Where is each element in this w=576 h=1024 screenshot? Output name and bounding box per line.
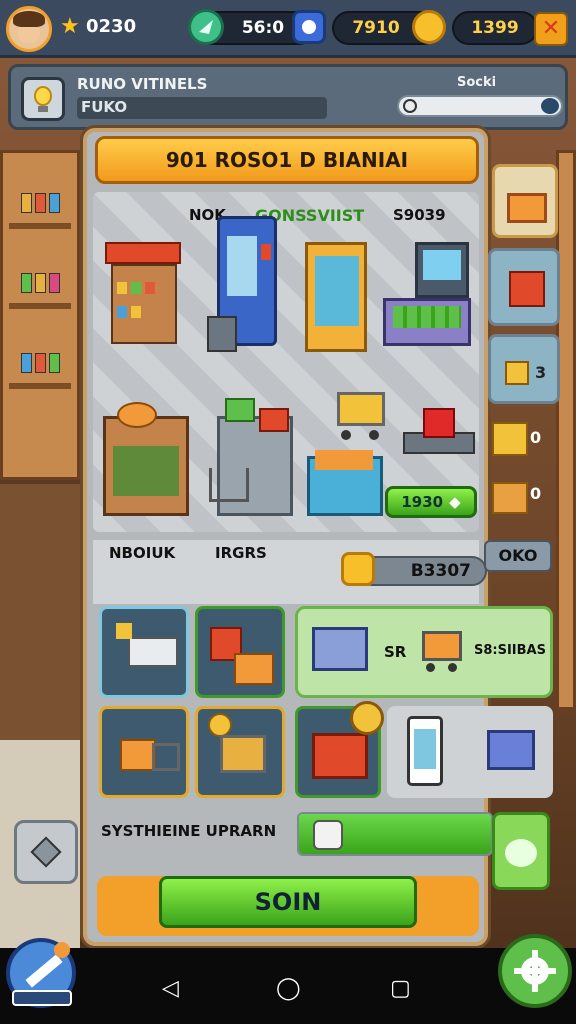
buy-price: 1930 [401, 493, 444, 511]
side-badge-value: 3 [535, 363, 547, 382]
banner-title: 901 ROSO1 D BIANIAI [165, 148, 409, 172]
side-tag: OKO [484, 540, 552, 572]
side-count-c: 0 [530, 484, 542, 503]
system-nav-bar: ◁ ◯ ▢ [0, 948, 576, 1024]
shelf-product [21, 353, 32, 373]
shelf-product [21, 193, 32, 213]
market-stall-item[interactable] [105, 242, 185, 352]
cash-pill[interactable]: 1399 [452, 11, 538, 45]
recents-button[interactable]: ▢ [390, 976, 411, 1001]
checkout-counter-item[interactable] [383, 242, 475, 352]
store-floor: NOK GONSSVIIST S9039 1930 ◆ [93, 192, 479, 532]
cart-icon [416, 623, 468, 675]
gem-icon [188, 9, 224, 45]
panel-banner: 901 ROSO1 D BIANIAI [95, 136, 479, 184]
coin-icon [341, 552, 375, 586]
shelf-product [35, 273, 46, 293]
item-slot-boxes[interactable] [99, 706, 189, 798]
side-crate-icon[interactable] [492, 482, 528, 514]
floor-label-right: S9039 [393, 206, 446, 224]
backdrop-shelf-right [556, 150, 576, 710]
section-label-left: NBOIUK [109, 544, 176, 562]
item-slot-phone[interactable] [387, 706, 553, 798]
spin-button[interactable]: SOIN [159, 876, 417, 928]
phone-icon [407, 716, 443, 786]
combo-label-right: S8:SIIBAS [474, 643, 546, 658]
side-tag-label: OKO [498, 546, 538, 565]
backdrop-shelf-left [0, 150, 80, 480]
search-icon [403, 99, 417, 113]
backdrop-counter [0, 480, 80, 740]
reward-badge-icon [350, 701, 384, 735]
close-icon[interactable]: ✕ [534, 12, 568, 46]
avatar-hair [13, 11, 45, 27]
coin-total: B3307 [410, 561, 471, 581]
cart-icon[interactable] [329, 382, 389, 442]
gem-small-icon: ◆ [449, 493, 461, 511]
player-avatar[interactable] [6, 6, 52, 52]
fruit-stand-item[interactable] [103, 402, 193, 522]
coins-value: 7910 [352, 18, 400, 38]
star-icon: ★ [60, 14, 80, 39]
side-box-icon[interactable] [492, 422, 528, 456]
combo-offer-card[interactable]: SR S8:SIIBAS [295, 606, 553, 698]
top-bar: ★ 0230 56:0 7910 1399 ✕ [0, 0, 576, 58]
cash-value: 1399 [471, 18, 519, 38]
shelf-divider [9, 383, 71, 389]
toaster-icon [313, 820, 343, 850]
combo-label-left: SR [384, 643, 407, 661]
spin-label: SOIN [254, 888, 322, 916]
upgrade-label: SYSTHIEINE UPRARN [101, 822, 277, 840]
left-diamond-button[interactable] [14, 820, 78, 884]
shelf-divider [9, 303, 71, 309]
shelf-product [49, 353, 60, 373]
home-button[interactable]: ◯ [276, 976, 301, 1001]
side-slot-register[interactable] [488, 248, 560, 326]
shelf-product [35, 193, 46, 213]
shelf-product [49, 273, 60, 293]
display-shelf-item[interactable] [305, 242, 375, 354]
store-subtitle: FUKO [81, 98, 128, 116]
produce-display-item[interactable] [307, 450, 387, 522]
side-cash-slot[interactable] [492, 812, 550, 890]
lightbulb-icon[interactable] [21, 77, 65, 121]
coin-total-pill: B3307 [357, 556, 487, 586]
gear-icon[interactable] [498, 934, 572, 1008]
side-count-b: 0 [530, 428, 542, 447]
store-subtitle-field: FUKO [77, 97, 327, 119]
side-slot-badge[interactable]: 3 [488, 334, 560, 404]
shelf-product [21, 273, 32, 293]
vending-machine-item[interactable] [207, 216, 283, 352]
rocket-badge [12, 990, 72, 1006]
shelf-divider [9, 223, 71, 229]
item-slot-crates[interactable] [195, 606, 285, 698]
item-slot-register[interactable] [295, 701, 384, 798]
store-header: RUNO VITINELS FUKO Socki [8, 64, 568, 130]
coin-icon [412, 10, 446, 44]
right-label: Socki [457, 75, 497, 90]
truck-icon [312, 627, 368, 671]
store-title: RUNO VITINELS [77, 75, 208, 93]
shop-panel: 901 ROSO1 D BIANIAI NOK GONSSVIIST S9039 [83, 128, 553, 946]
upgrade-progress [297, 812, 493, 856]
gems-value: 56:0 [241, 18, 285, 38]
mystery-box-item[interactable] [399, 402, 479, 462]
section-label-right: IRGRS [215, 544, 267, 562]
search-bar[interactable] [397, 95, 563, 117]
star-count: 0230 [86, 16, 137, 37]
clock-icon [292, 10, 326, 44]
item-slot-cart[interactable] [195, 706, 285, 798]
produce-station-item[interactable] [209, 398, 299, 522]
search-go-icon[interactable] [541, 98, 559, 114]
shelf-product [35, 353, 46, 373]
shelf-product [49, 193, 60, 213]
side-slot-basket[interactable] [492, 164, 558, 238]
item-slot-sign[interactable] [99, 606, 189, 698]
buy-price-button[interactable]: 1930 ◆ [385, 486, 477, 518]
back-button[interactable]: ◁ [162, 976, 179, 1001]
